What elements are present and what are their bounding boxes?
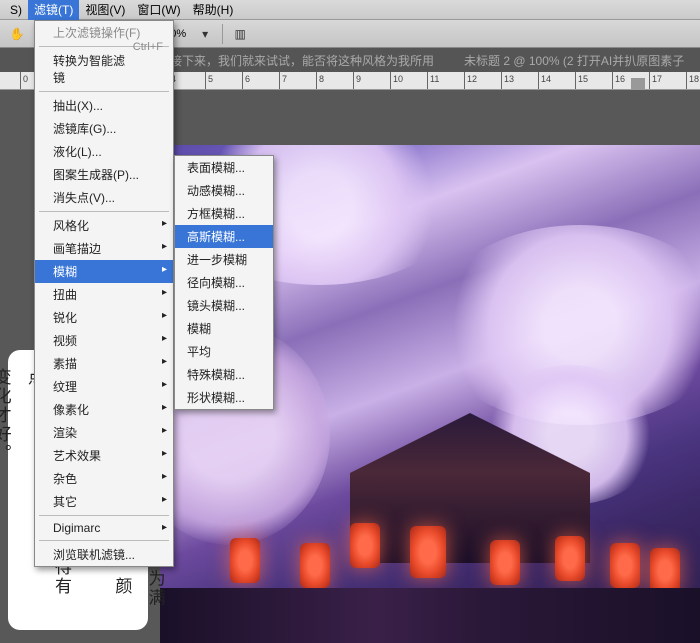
filter-item[interactable]: 扭曲▸ (35, 283, 173, 306)
blur-item[interactable]: 特殊模糊... (175, 363, 273, 386)
blur-item[interactable]: 镜头模糊... (175, 294, 273, 317)
blur-item[interactable]: 方框模糊... (175, 202, 273, 225)
filter-item[interactable]: 像素化▸ (35, 398, 173, 421)
ruler-tick: 7 (279, 72, 280, 89)
filter-item[interactable]: 模糊▸ (35, 260, 173, 283)
ruler-tick: 9 (353, 72, 354, 89)
blur-submenu: 表面模糊...动感模糊...方框模糊...高斯模糊...进一步模糊径向模糊...… (174, 155, 274, 410)
grid-icon[interactable]: ▥ (229, 23, 251, 45)
menu-s[interactable]: S) (4, 1, 28, 19)
filter-item[interactable]: 图案生成器(P)... (35, 163, 173, 186)
filter-item[interactable]: 消失点(V)... (35, 186, 173, 209)
doc-tab-2[interactable]: 未标题 2 @ 100% (2 打开AI并扒原图素子 (464, 52, 684, 69)
ruler-tick: 16 (612, 72, 613, 89)
blur-item[interactable]: 动感模糊... (175, 179, 273, 202)
menubar: S) 滤镜(T) 视图(V) 窗口(W) 帮助(H) (0, 0, 700, 20)
filter-item[interactable]: 渲染▸ (35, 421, 173, 444)
filter-item[interactable]: 视频▸ (35, 329, 173, 352)
filter-item[interactable]: 素描▸ (35, 352, 173, 375)
blur-item[interactable]: 平均 (175, 340, 273, 363)
filter-item[interactable]: 纹理▸ (35, 375, 173, 398)
blur-item[interactable]: 表面模糊... (175, 156, 273, 179)
ruler-tick: 5 (205, 72, 206, 89)
filter-item[interactable]: 杂色▸ (35, 467, 173, 490)
filter-item[interactable]: 液化(L)... (35, 140, 173, 163)
blur-item[interactable]: 模糊 (175, 317, 273, 340)
filter-digimarc[interactable]: Digimarc▸ (35, 518, 173, 538)
doc-tab-1[interactable]: 接下来，我们就来试试，能否将这种风格为我所用 (170, 52, 434, 69)
blur-item[interactable]: 径向模糊... (175, 271, 273, 294)
ruler-tick: 6 (242, 72, 243, 89)
filter-item[interactable]: 艺术效果▸ (35, 444, 173, 467)
chevron-down-icon[interactable]: ▾ (194, 23, 216, 45)
filter-item[interactable]: 锐化▸ (35, 306, 173, 329)
ruler-tick: 10 (390, 72, 391, 89)
menu-help[interactable]: 帮助(H) (187, 0, 240, 20)
ruler-tick: 12 (464, 72, 465, 89)
ruler-tick: 11 (427, 72, 428, 89)
menu-view[interactable]: 视图(V) (79, 0, 131, 20)
blur-item[interactable]: 高斯模糊... (175, 225, 273, 248)
filter-last: 上次滤镜操作(F)Ctrl+F (35, 21, 173, 44)
filter-item[interactable]: 其它▸ (35, 490, 173, 513)
filter-item[interactable]: 风格化▸ (35, 214, 173, 237)
ruler-tick: 17 (649, 72, 650, 89)
ruler-tick: 8 (316, 72, 317, 89)
ruler-tick: 14 (538, 72, 539, 89)
caption-line4: 变化才好。 (0, 368, 15, 612)
menu-filter[interactable]: 滤镜(T) (28, 0, 79, 20)
filter-browse[interactable]: 浏览联机滤镜... (35, 543, 173, 566)
filter-item[interactable]: 画笔描边▸ (35, 237, 173, 260)
hand-icon[interactable]: ✋ (6, 23, 28, 45)
menu-window[interactable]: 窗口(W) (131, 0, 186, 20)
ruler-tick: 13 (501, 72, 502, 89)
filter-item[interactable]: 滤镜库(G)... (35, 117, 173, 140)
filter-menu: 上次滤镜操作(F)Ctrl+F 转换为智能滤镜 抽出(X)...滤镜库(G)..… (34, 20, 174, 567)
ruler-tick: 0 (20, 72, 21, 89)
blur-item[interactable]: 形状模糊... (175, 386, 273, 409)
ruler-tick: 18 (686, 72, 687, 89)
filter-item[interactable]: 抽出(X)... (35, 94, 173, 117)
blur-item[interactable]: 进一步模糊 (175, 248, 273, 271)
filter-smart[interactable]: 转换为智能滤镜 (35, 49, 173, 89)
ruler-tick: 15 (575, 72, 576, 89)
